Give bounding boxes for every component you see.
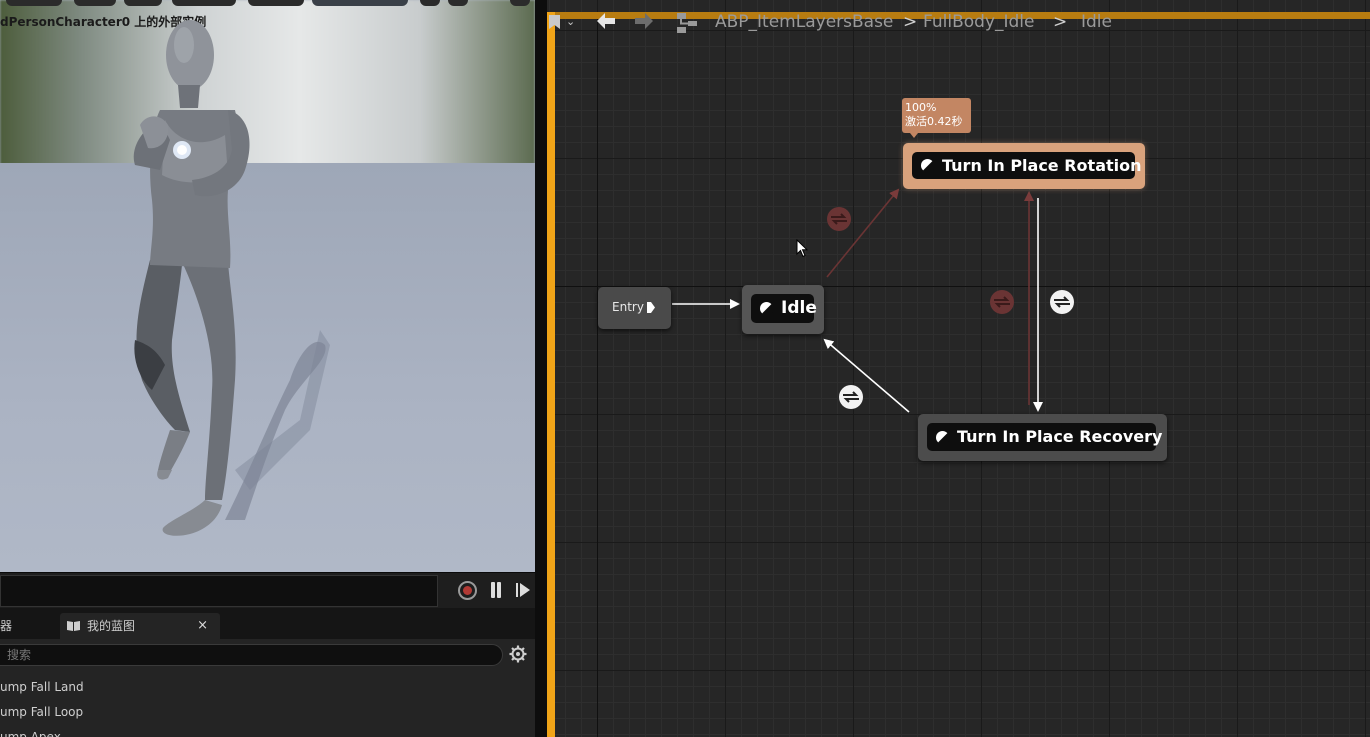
transition-rule-icon[interactable] [1049, 289, 1075, 315]
panel-splitter[interactable] [535, 0, 547, 737]
list-item[interactable]: ump Apex [0, 725, 535, 737]
tab-active-label: 我的蓝图 [87, 619, 136, 633]
transition-rule-icon[interactable] [989, 289, 1015, 315]
mannequin-character [133, 20, 330, 536]
state-title-bar: Turn In Place Rotation [912, 152, 1142, 179]
search-input[interactable]: 搜索 [0, 644, 503, 666]
record-button[interactable] [458, 581, 477, 600]
breadcrumb-separator: > [903, 12, 918, 32]
badge-pointer [910, 133, 918, 138]
graph-focus-border-left [547, 12, 555, 737]
state-weight: 100% [905, 101, 937, 114]
state-node-idle[interactable]: Idle [742, 285, 824, 334]
state-icon [936, 431, 950, 445]
my-blueprint-panel: 器 我的蓝图 × 搜索 ump Fall Land ump Fall Loop … [0, 608, 535, 737]
exec-pin-icon[interactable] [646, 301, 656, 314]
chevron-down-icon[interactable]: ⌄ [566, 15, 575, 28]
search-placeholder: 搜索 [7, 648, 32, 662]
close-icon[interactable]: × [197, 613, 208, 639]
graph-origin-axis-vertical [597, 19, 598, 737]
state-name: Turn In Place Rotation [942, 156, 1142, 175]
transition-rule-icon[interactable] [826, 206, 852, 232]
state-title-bar: Turn In Place Recovery [927, 423, 1162, 451]
entry-label: Entry [612, 300, 644, 314]
state-icon [921, 159, 935, 173]
state-active-time: 激活0.42秒 [905, 115, 963, 128]
breadcrumb-item[interactable]: Idle [1081, 12, 1112, 32]
breadcrumb-item[interactable]: ABP_ItemLayersBase [715, 12, 893, 32]
tab-inactive[interactable]: 器 [0, 613, 58, 639]
list-item[interactable]: ump Fall Land [0, 675, 535, 700]
gear-icon[interactable] [509, 645, 527, 663]
state-node-turn-in-place-recovery[interactable]: Turn In Place Recovery [918, 414, 1167, 461]
tab-my-blueprint[interactable]: 我的蓝图 × [60, 613, 220, 639]
animation-preview-viewport[interactable]: dPersonCharacter0 上的外部实例 [0, 0, 535, 572]
list-item[interactable]: ump Fall Loop [0, 700, 535, 725]
panel-tabs: 器 我的蓝图 × [0, 611, 535, 639]
entry-node[interactable]: Entry [598, 287, 671, 329]
graph-origin-axis-horizontal [555, 286, 1370, 287]
breadcrumb-item[interactable]: FullBody_Idle [923, 12, 1034, 32]
forward-arrow-icon[interactable] [634, 12, 654, 30]
hierarchy-icon[interactable] [676, 12, 698, 34]
state-title-bar: Idle [751, 294, 817, 323]
back-arrow-icon[interactable] [596, 12, 616, 30]
step-forward-button[interactable] [516, 582, 532, 599]
transition-rule-icon[interactable] [838, 384, 864, 410]
state-icon [760, 302, 774, 316]
mouse-cursor-icon [796, 239, 808, 258]
state-name: Idle [781, 298, 817, 318]
pause-button[interactable] [490, 582, 502, 599]
blueprint-list: ump Fall Land ump Fall Loop ump Apex [0, 675, 535, 737]
state-name: Turn In Place Recovery [957, 427, 1163, 446]
bookmark-icon[interactable] [548, 14, 561, 30]
book-icon [67, 621, 80, 631]
active-state-badge: 100% 激活0.42秒 [902, 98, 971, 133]
panel-body: 搜索 ump Fall Land ump Fall Loop ump Apex [0, 639, 535, 737]
state-node-turn-in-place-rotation[interactable]: Turn In Place Rotation [903, 143, 1145, 189]
breadcrumb-separator: > [1053, 12, 1068, 32]
editor-window: dPersonCharacter0 上的外部实例 器 我的蓝图 × 搜索 ump… [0, 0, 1370, 737]
playback-toolbar [0, 572, 535, 608]
timeline-scrubber[interactable] [0, 575, 438, 607]
tab-inactive-label: 器 [0, 619, 13, 633]
